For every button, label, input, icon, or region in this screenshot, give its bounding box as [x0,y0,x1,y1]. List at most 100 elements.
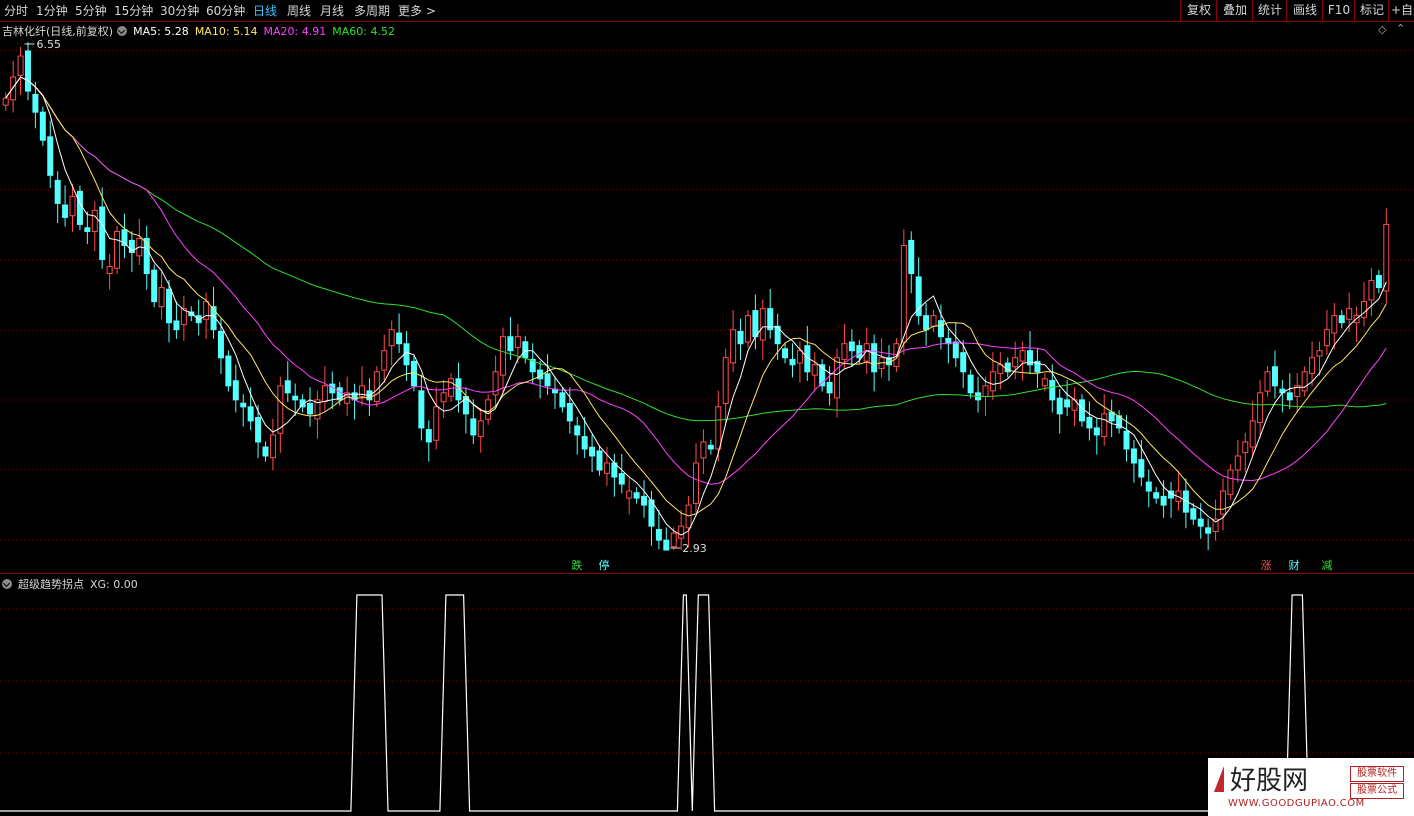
candle-up [730,329,737,364]
candle-down [789,358,796,366]
candle-down [1160,495,1167,506]
signal-jian-text: 减 [1321,559,1333,572]
candle-down [240,402,247,408]
mark-button[interactable]: 标记 [1354,0,1389,21]
add-watchlist-button[interactable]: +自选 [1388,0,1414,21]
high-price-label: 6.55 [37,38,62,51]
candlestick-chart[interactable]: 6.55 2.93 [0,22,1414,572]
candle-down [908,239,915,275]
candle-up [448,378,455,397]
candle-up [1227,469,1234,495]
candle-down [262,446,269,457]
candle-up [1301,371,1308,392]
candle-down [1153,492,1160,499]
candle-up [841,343,848,360]
candle-down [856,345,863,359]
candle-up [17,55,24,76]
candle-up [269,434,276,459]
tab-15min[interactable]: 15分钟 [114,2,153,19]
candle-up [477,420,484,438]
tab-1min[interactable]: 1分钟 [36,2,68,19]
ma60-line [5,76,1387,422]
candle-down [217,330,224,359]
candle-up [693,462,699,504]
candle-up [603,462,610,474]
overlay-button[interactable]: 叠加 [1216,0,1253,21]
candle-down [470,418,477,436]
candle-up [811,364,818,376]
candle-down [166,288,173,324]
tab-monthly[interactable]: 月线 [320,2,344,19]
candle-up [514,336,521,348]
candle-down [62,204,69,218]
candle-down [618,473,625,485]
candle-down [574,425,581,436]
candle-down [1078,399,1085,422]
candle-down [47,136,54,176]
watermark: 好股网 WWW.GOODGUPIAO.COM 股票软件 股票公式 [1208,758,1414,816]
candle-down [151,269,158,303]
candle-down [737,330,744,345]
candle-down [99,206,106,261]
tab-more[interactable]: 更多 > [398,2,436,19]
watermark-url: WWW.GOODGUPIAO.COM [1228,798,1365,809]
candle-up [989,371,996,392]
candle-down [225,355,232,387]
f10-button[interactable]: F10 [1322,0,1355,21]
candle-down [1064,399,1071,408]
candle-down [826,381,833,394]
candle-up [433,406,440,441]
fuquan-button[interactable]: 复权 [1180,0,1217,21]
signal-ting: 停 [597,559,611,572]
candle-up [1383,223,1390,292]
candle-up [10,76,17,101]
candle-up [1101,413,1108,438]
candle-down [952,341,959,359]
watermark-tag-software: 股票软件 [1350,766,1404,782]
candle-down [559,392,566,408]
candle-down [937,320,944,338]
candle-up [796,350,803,364]
candle-down [284,380,291,394]
candle-down [589,446,596,457]
candle-up [1257,392,1264,424]
candle-up [321,385,328,403]
period-toolbar: 分时 1分钟 5分钟 15分钟 30分钟 60分钟 日线 周线 月线 多周期 更… [0,0,1414,22]
candle-down [1205,527,1212,534]
tab-fenshi[interactable]: 分时 [4,2,28,19]
candle-up [440,392,447,403]
tab-daily[interactable]: 日线 [253,2,277,19]
candle-up [1242,441,1249,454]
candle-up [388,329,395,347]
signal-cai: 财 [1287,559,1301,572]
candle-up [722,357,729,404]
tab-60min[interactable]: 60分钟 [206,2,245,19]
candle-up [158,287,165,308]
candle-up [2,97,9,106]
ma20-line [5,76,1387,485]
candle-up [982,385,989,397]
tab-30min[interactable]: 30分钟 [160,2,199,19]
candle-down [507,336,514,352]
candle-down [1093,427,1100,436]
candle-down [232,380,239,401]
tab-multi-period[interactable]: 多周期 [354,2,390,19]
candle-up [997,364,1004,374]
candle-down [566,402,573,422]
candle-up [670,532,677,548]
candle-down [544,373,551,387]
candle-down [39,111,46,141]
candle-up [381,350,388,371]
stats-button[interactable]: 统计 [1252,0,1287,21]
candle-down [581,436,588,450]
candle-up [500,336,507,376]
candle-down [292,395,299,401]
candle-down [752,310,759,338]
candle-down [173,320,180,331]
candle-up [91,209,98,232]
draw-line-button[interactable]: 画线 [1286,0,1323,21]
candle-down [84,227,91,232]
watermark-tag-formula: 股票公式 [1350,783,1404,799]
tab-5min[interactable]: 5分钟 [75,2,107,19]
tab-weekly[interactable]: 周线 [287,2,311,19]
